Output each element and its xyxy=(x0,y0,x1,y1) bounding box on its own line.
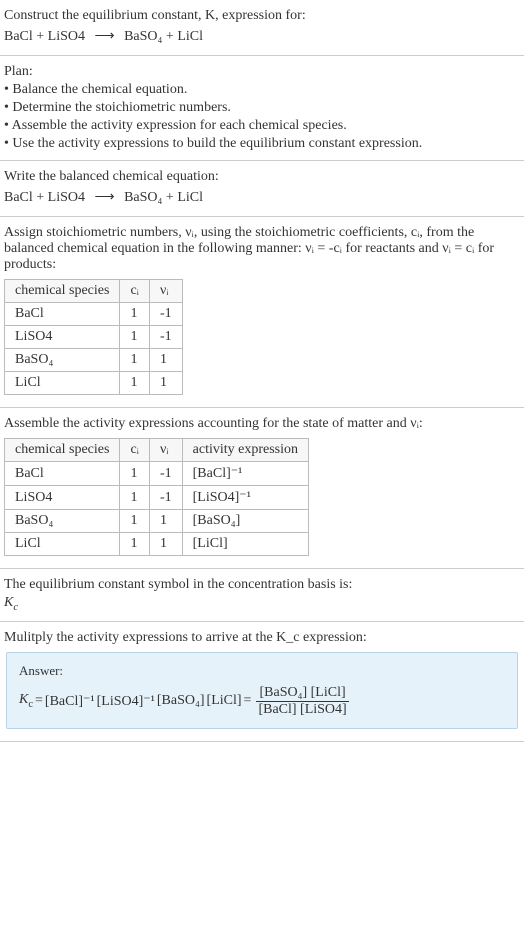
stoich-intro: Assign stoichiometric numbers, νᵢ, using… xyxy=(4,225,520,273)
answer-label: Answer: xyxy=(19,663,505,679)
plan-bullet-1: • Balance the chemical equation. xyxy=(4,82,520,98)
plan-heading: Plan: xyxy=(4,64,520,80)
cell-species: LiCl xyxy=(5,533,120,556)
cell-vi: 1 xyxy=(149,372,182,395)
activity-table: chemical species cᵢ νᵢ activity expressi… xyxy=(4,438,309,556)
cell-ci: 1 xyxy=(120,533,150,556)
answer-expression: Kc = [BaCl]⁻¹ [LiSO4]⁻¹ [BaSO₄] [LiCl] =… xyxy=(19,685,505,718)
arrow-icon: ⟶ xyxy=(89,29,121,44)
term-bacl: [BaCl]⁻¹ xyxy=(45,693,95,710)
cell-expr: [BaSO₄] xyxy=(182,510,308,533)
cell-vi: -1 xyxy=(149,326,182,349)
multiply-line: Mulitply the activity expressions to arr… xyxy=(4,630,520,646)
symbol-kc: Kc xyxy=(4,595,520,613)
fraction: [BaSO₄] [LiCl] [BaCl] [LiSO4] xyxy=(255,685,349,718)
cell-vi: 1 xyxy=(149,533,182,556)
balanced-lhs: BaCl + LiSO4 xyxy=(4,190,85,205)
cell-ci: 1 xyxy=(120,326,150,349)
kc-symbol: Kc xyxy=(19,692,33,710)
stoich-table: chemical species cᵢ νᵢ BaCl 1 -1 LiSO4 1… xyxy=(4,279,183,395)
balanced-rhs: BaSO₄ + LiCl xyxy=(124,190,203,205)
table-row: BaSO₄ 1 1 xyxy=(5,349,183,372)
plan-bullet-3: • Assemble the activity expression for e… xyxy=(4,118,520,134)
table-header-row: chemical species cᵢ νᵢ activity expressi… xyxy=(5,439,309,462)
col-vi: νᵢ xyxy=(149,439,182,462)
fraction-numerator: [BaSO₄] [LiCl] xyxy=(256,685,348,702)
activity-intro: Assemble the activity expressions accoun… xyxy=(4,416,520,432)
plan-bullet-4: • Use the activity expressions to build … xyxy=(4,136,520,152)
term-liso4: [LiSO4]⁻¹ xyxy=(97,693,155,710)
cell-species: BaCl xyxy=(5,462,120,486)
multiply-section: Mulitply the activity expressions to arr… xyxy=(0,622,524,742)
cell-expr: [LiCl] xyxy=(182,533,308,556)
table-row: LiCl 1 1 xyxy=(5,372,183,395)
cell-ci: 1 xyxy=(120,510,150,533)
cell-species: BaCl xyxy=(5,303,120,326)
prompt-reaction: BaCl + LiSO4 ⟶ BaSO₄ + LiCl xyxy=(4,28,520,45)
cell-species: BaSO₄ xyxy=(5,510,120,533)
table-row: LiSO4 1 -1 xyxy=(5,326,183,349)
cell-ci: 1 xyxy=(120,372,150,395)
cell-vi: 1 xyxy=(149,510,182,533)
activity-section: Assemble the activity expressions accoun… xyxy=(0,408,524,569)
cell-species: BaSO₄ xyxy=(5,349,120,372)
equals-sign: = xyxy=(244,693,252,709)
cell-ci: 1 xyxy=(120,486,150,510)
cell-ci: 1 xyxy=(120,462,150,486)
table-row: LiSO4 1 -1 [LiSO4]⁻¹ xyxy=(5,486,309,510)
prompt-lhs: BaCl + LiSO4 xyxy=(4,29,85,44)
table-row: LiCl 1 1 [LiCl] xyxy=(5,533,309,556)
cell-species: LiCl xyxy=(5,372,120,395)
answer-box: Answer: Kc = [BaCl]⁻¹ [LiSO4]⁻¹ [BaSO₄] … xyxy=(6,652,518,729)
cell-expr: [LiSO4]⁻¹ xyxy=(182,486,308,510)
prompt-rhs: BaSO₄ + LiCl xyxy=(124,29,203,44)
col-ci: cᵢ xyxy=(120,280,150,303)
stoich-section: Assign stoichiometric numbers, νᵢ, using… xyxy=(0,217,524,408)
plan-bullet-2: • Determine the stoichiometric numbers. xyxy=(4,100,520,116)
col-species: chemical species xyxy=(5,439,120,462)
term-baso4: [BaSO₄] xyxy=(157,693,205,709)
col-species: chemical species xyxy=(5,280,120,303)
cell-ci: 1 xyxy=(120,303,150,326)
cell-ci: 1 xyxy=(120,349,150,372)
cell-vi: 1 xyxy=(149,349,182,372)
cell-vi: -1 xyxy=(149,303,182,326)
table-header-row: chemical species cᵢ νᵢ xyxy=(5,280,183,303)
table-row: BaCl 1 -1 xyxy=(5,303,183,326)
prompt-line1: Construct the equilibrium constant, K, e… xyxy=(4,8,520,24)
col-vi: νᵢ xyxy=(149,280,182,303)
balanced-reaction: BaCl + LiSO4 ⟶ BaSO₄ + LiCl xyxy=(4,189,520,206)
cell-species: LiSO4 xyxy=(5,326,120,349)
cell-species: LiSO4 xyxy=(5,486,120,510)
balanced-heading: Write the balanced chemical equation: xyxy=(4,169,520,185)
term-licl: [LiCl] xyxy=(207,693,242,709)
table-row: BaCl 1 -1 [BaCl]⁻¹ xyxy=(5,462,309,486)
symbol-line: The equilibrium constant symbol in the c… xyxy=(4,577,520,593)
table-row: BaSO₄ 1 1 [BaSO₄] xyxy=(5,510,309,533)
balanced-section: Write the balanced chemical equation: Ba… xyxy=(0,161,524,217)
cell-vi: -1 xyxy=(149,486,182,510)
arrow-icon: ⟶ xyxy=(89,190,121,205)
cell-vi: -1 xyxy=(149,462,182,486)
fraction-denominator: [BaCl] [LiSO4] xyxy=(255,702,349,718)
equals-sign: = xyxy=(35,693,43,709)
symbol-section: The equilibrium constant symbol in the c… xyxy=(0,569,524,622)
col-ci: cᵢ xyxy=(120,439,150,462)
prompt-section: Construct the equilibrium constant, K, e… xyxy=(0,0,524,56)
plan-section: Plan: • Balance the chemical equation. •… xyxy=(0,56,524,161)
col-expr: activity expression xyxy=(182,439,308,462)
cell-expr: [BaCl]⁻¹ xyxy=(182,462,308,486)
